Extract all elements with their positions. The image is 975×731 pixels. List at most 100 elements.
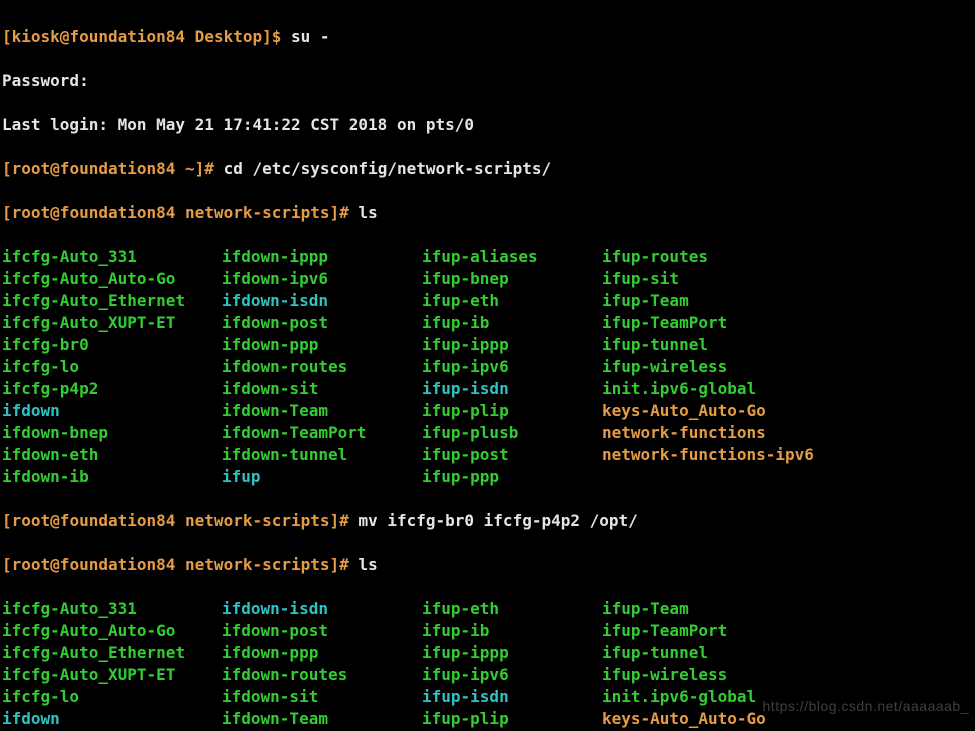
ls-row: ifcfg-Auto_XUPT-ETifdown-postifup-ibifup… (2, 312, 973, 334)
ls-row: ifcfg-p4p2ifdown-sitifup-isdninit.ipv6-g… (2, 378, 973, 400)
bracket: [ (2, 159, 12, 178)
file-entry: ifdown (2, 708, 222, 730)
file-entry: ifup (222, 466, 422, 488)
file-entry: keys-Auto_Auto-Go (602, 400, 766, 422)
file-entry: ifup-isdn (422, 686, 602, 708)
ls-row: ifcfg-Auto_Ethernetifdown-pppifup-ipppif… (2, 642, 973, 664)
file-entry: ifcfg-Auto_Ethernet (2, 290, 222, 312)
command: su - (291, 27, 330, 46)
file-entry: ifup-ipv6 (422, 356, 602, 378)
prompt-line: [root@foundation84 ~]# cd /etc/sysconfig… (2, 158, 973, 180)
file-entry: ifup-ippp (422, 642, 602, 664)
file-entry: ifup-wireless (602, 664, 727, 686)
file-entry: ifdown-ppp (222, 642, 422, 664)
file-entry: ifup-eth (422, 290, 602, 312)
file-entry: ifup-ib (422, 620, 602, 642)
user-host: root@foundation84 (12, 555, 185, 574)
prompt-line: [root@foundation84 network-scripts]# ls (2, 202, 973, 224)
file-entry: ifup-ppp (422, 466, 602, 488)
file-entry: ifdown (2, 400, 222, 422)
prompt-line: [root@foundation84 network-scripts]# ls (2, 554, 973, 576)
file-entry: ifup-TeamPort (602, 312, 727, 334)
file-entry: ifcfg-p4p2 (2, 378, 222, 400)
user-host: kiosk@foundation84 (12, 27, 195, 46)
bracket: [ (2, 511, 12, 530)
ls-row: ifdown-ibifupifup-ppp (2, 466, 973, 488)
bracket: ]# (330, 203, 359, 222)
ls-row: ifcfg-Auto_331ifdown-isdnifup-ethifup-Te… (2, 598, 973, 620)
ls-row: ifcfg-Auto_Auto-Goifdown-ipv6ifup-bnepif… (2, 268, 973, 290)
file-entry: ifdown-ippp (222, 246, 422, 268)
file-entry: ifdown-post (222, 620, 422, 642)
ls-row: ifdown-bnepifdown-TeamPortifup-plusbnetw… (2, 422, 973, 444)
ls-row: ifcfg-br0ifdown-pppifup-ipppifup-tunnel (2, 334, 973, 356)
file-entry: ifcfg-lo (2, 686, 222, 708)
terminal-output[interactable]: [kiosk@foundation84 Desktop]$ su - Passw… (0, 0, 975, 731)
ls-row: ifcfg-loifdown-routesifup-ipv6ifup-wirel… (2, 356, 973, 378)
file-entry: ifcfg-Auto_XUPT-ET (2, 312, 222, 334)
file-entry: ifup-plip (422, 400, 602, 422)
command: ls (358, 555, 377, 574)
bracket: [ (2, 555, 12, 574)
ls-row: ifcfg-Auto_XUPT-ETifdown-routesifup-ipv6… (2, 664, 973, 686)
file-entry: ifdown-tunnel (222, 444, 422, 466)
file-entry: ifup-sit (602, 268, 679, 290)
file-entry: ifcfg-Auto_Auto-Go (2, 620, 222, 642)
user-host: root@foundation84 (12, 511, 185, 530)
prompt-line: [kiosk@foundation84 Desktop]$ su - (2, 26, 973, 48)
file-entry: ifup-bnep (422, 268, 602, 290)
file-entry: ifdown-isdn (222, 598, 422, 620)
file-entry: ifup-post (422, 444, 602, 466)
file-entry: network-functions (602, 422, 766, 444)
file-entry: ifcfg-Auto_Ethernet (2, 642, 222, 664)
file-entry: ifdown-Team (222, 400, 422, 422)
file-entry: ifup-TeamPort (602, 620, 727, 642)
file-entry: ifdown-sit (222, 686, 422, 708)
file-entry: ifdown-isdn (222, 290, 422, 312)
bracket: ]# (195, 159, 224, 178)
cwd: network-scripts (185, 555, 330, 574)
ls-row: ifcfg-Auto_331ifdown-ipppifup-aliasesifu… (2, 246, 973, 268)
ls-row: ifdownifdown-Teamifup-plipkeys-Auto_Auto… (2, 400, 973, 422)
command: mv ifcfg-br0 ifcfg-p4p2 /opt/ (358, 511, 637, 530)
file-entry: ifdown-ipv6 (222, 268, 422, 290)
file-entry: ifcfg-Auto_XUPT-ET (2, 664, 222, 686)
file-entry: ifcfg-Auto_331 (2, 246, 222, 268)
file-entry: init.ipv6-global (602, 686, 756, 708)
command: cd /etc/sysconfig/network-scripts/ (224, 159, 552, 178)
command: ls (358, 203, 377, 222)
file-entry: ifdown-routes (222, 356, 422, 378)
file-entry: ifup-tunnel (602, 334, 708, 356)
file-entry: ifup-ippp (422, 334, 602, 356)
ls-row: ifcfg-Auto_Ethernetifdown-isdnifup-ethif… (2, 290, 973, 312)
file-entry: ifdown-ppp (222, 334, 422, 356)
file-entry: ifdown-eth (2, 444, 222, 466)
file-entry: keys-Auto_Auto-Go (602, 708, 766, 730)
ls-row: ifcfg-Auto_Auto-Goifdown-postifup-ibifup… (2, 620, 973, 642)
file-entry: ifup-aliases (422, 246, 602, 268)
file-entry: ifdown-routes (222, 664, 422, 686)
cwd: network-scripts (185, 203, 330, 222)
file-entry: ifup-Team (602, 598, 689, 620)
cwd: network-scripts (185, 511, 330, 530)
file-entry: ifup-routes (602, 246, 708, 268)
file-entry: ifcfg-Auto_331 (2, 598, 222, 620)
user-host: root@foundation84 (12, 159, 185, 178)
bracket: ]# (330, 511, 359, 530)
last-login: Last login: Mon May 21 17:41:22 CST 2018… (2, 114, 973, 136)
file-entry: ifup-isdn (422, 378, 602, 400)
file-entry: init.ipv6-global (602, 378, 756, 400)
bracket: [ (2, 203, 12, 222)
file-entry: ifup-plip (422, 708, 602, 730)
file-entry: ifup-plusb (422, 422, 602, 444)
file-entry: ifdown-sit (222, 378, 422, 400)
file-entry: ifup-Team (602, 290, 689, 312)
file-entry: ifup-ib (422, 312, 602, 334)
bracket: ]# (330, 555, 359, 574)
ls-row: ifdown-ethifdown-tunnelifup-postnetwork-… (2, 444, 973, 466)
file-entry: network-functions-ipv6 (602, 444, 814, 466)
prompt-line: [root@foundation84 network-scripts]# mv … (2, 510, 973, 532)
bracket: ]$ (262, 27, 291, 46)
cwd: Desktop (195, 27, 262, 46)
file-entry: ifdown-post (222, 312, 422, 334)
